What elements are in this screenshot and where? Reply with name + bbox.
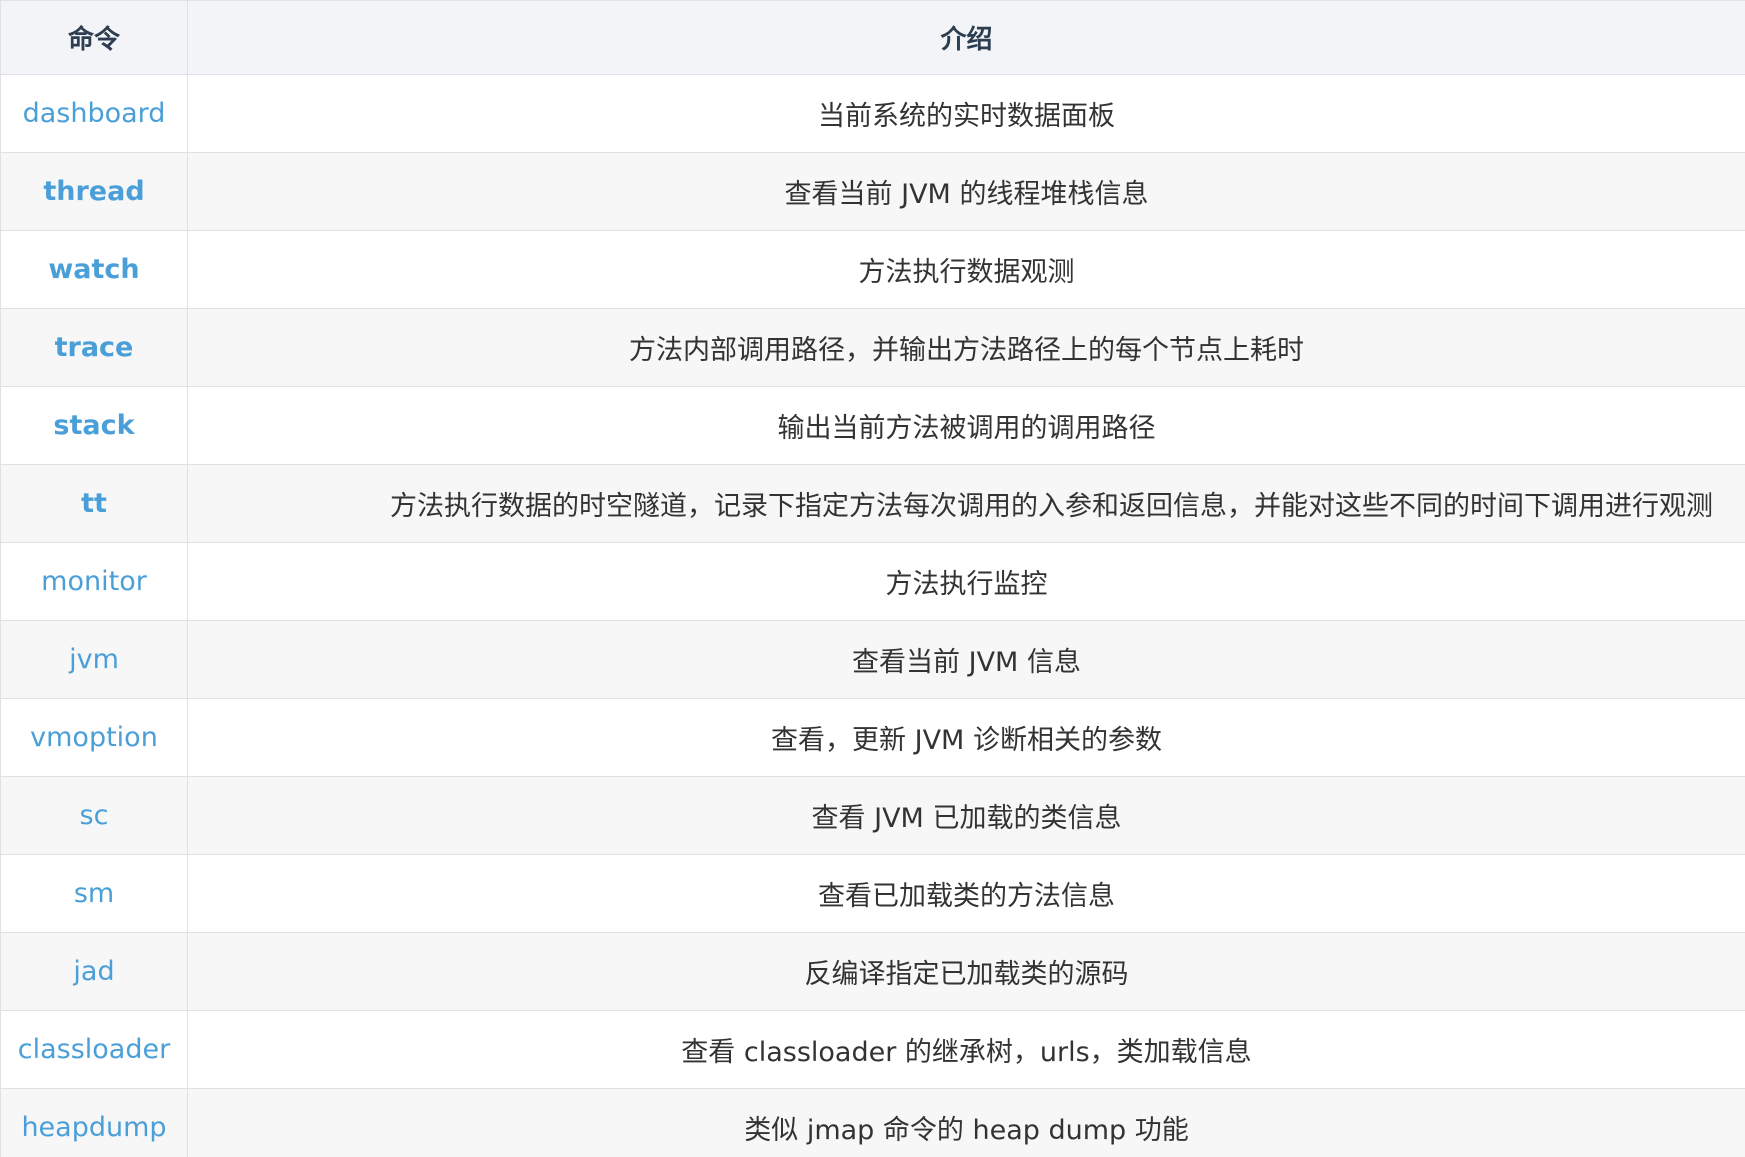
command-link[interactable]: thread <box>43 176 144 207</box>
command-link[interactable]: tt <box>81 488 107 519</box>
table-row: jvm 查看当前 JVM 信息 <box>0 620 1745 699</box>
command-cell: sm <box>0 854 188 933</box>
command-cell: dashboard <box>0 74 188 153</box>
command-link[interactable]: watch <box>48 254 139 285</box>
description-cell: 查看当前 JVM 的线程堆栈信息 <box>187 152 1745 231</box>
command-link[interactable]: sc <box>80 800 109 831</box>
header-intro: 介绍 <box>187 0 1745 75</box>
command-link[interactable]: stack <box>53 410 134 441</box>
table-row: monitor 方法执行监控 <box>0 542 1745 621</box>
table-row: thread 查看当前 JVM 的线程堆栈信息 <box>0 152 1745 231</box>
table-row: dashboard 当前系统的实时数据面板 <box>0 74 1745 153</box>
command-link[interactable]: classloader <box>18 1034 170 1065</box>
description-cell: 查看，更新 JVM 诊断相关的参数 <box>187 698 1745 777</box>
description-cell: 查看已加载类的方法信息 <box>187 854 1745 933</box>
command-link[interactable]: heapdump <box>21 1112 166 1143</box>
description-cell: 查看 classloader 的继承树，urls，类加载信息 <box>187 1010 1745 1089</box>
table-row: heapdump 类似 jmap 命令的 heap dump 功能 <box>0 1088 1745 1157</box>
table-row: trace 方法内部调用路径，并输出方法路径上的每个节点上耗时 <box>0 308 1745 387</box>
header-command: 命令 <box>0 0 188 75</box>
table-row: sm 查看已加载类的方法信息 <box>0 854 1745 933</box>
command-cell: stack <box>0 386 188 465</box>
table-row: sc 查看 JVM 已加载的类信息 <box>0 776 1745 855</box>
command-cell: vmoption <box>0 698 188 777</box>
command-cell: jvm <box>0 620 188 699</box>
command-cell: trace <box>0 308 188 387</box>
table-row: vmoption 查看，更新 JVM 诊断相关的参数 <box>0 698 1745 777</box>
description-cell: 方法内部调用路径，并输出方法路径上的每个节点上耗时 <box>187 308 1745 387</box>
command-link[interactable]: monitor <box>41 566 147 597</box>
description-cell: 查看 JVM 已加载的类信息 <box>187 776 1745 855</box>
command-cell: tt <box>0 464 188 543</box>
command-cell: classloader <box>0 1010 188 1089</box>
command-link[interactable]: sm <box>74 878 114 909</box>
description-cell: 方法执行数据观测 <box>187 230 1745 309</box>
table-header-row: 命令 介绍 <box>0 0 1745 75</box>
description-cell: 类似 jmap 命令的 heap dump 功能 <box>187 1088 1745 1157</box>
commands-table: 命令 介绍 dashboard 当前系统的实时数据面板 thread 查看当前 JVM… <box>0 0 1745 1157</box>
command-cell: heapdump <box>0 1088 188 1157</box>
command-cell: sc <box>0 776 188 855</box>
description-cell: 查看当前 JVM 信息 <box>187 620 1745 699</box>
command-link[interactable]: trace <box>55 332 134 363</box>
command-cell: jad <box>0 932 188 1011</box>
command-link[interactable]: vmoption <box>30 722 158 753</box>
table-row: watch 方法执行数据观测 <box>0 230 1745 309</box>
table-row: stack 输出当前方法被调用的调用路径 <box>0 386 1745 465</box>
command-cell: monitor <box>0 542 188 621</box>
table-row: jad 反编译指定已加载类的源码 <box>0 932 1745 1011</box>
description-cell: 反编译指定已加载类的源码 <box>187 932 1745 1011</box>
command-link[interactable]: jvm <box>69 644 119 675</box>
command-cell: watch <box>0 230 188 309</box>
description-cell: 输出当前方法被调用的调用路径 <box>187 386 1745 465</box>
table-row: classloader 查看 classloader 的继承树，urls，类加载信… <box>0 1010 1745 1089</box>
description-cell: 当前系统的实时数据面板 <box>187 74 1745 153</box>
table-row: tt 方法执行数据的时空隧道，记录下指定方法每次调用的入参和返回信息，并能对这些不… <box>0 464 1745 543</box>
command-link[interactable]: dashboard <box>23 98 166 129</box>
command-cell: thread <box>0 152 188 231</box>
description-cell: 方法执行数据的时空隧道，记录下指定方法每次调用的入参和返回信息，并能对这些不同的… <box>187 464 1745 543</box>
description-cell: 方法执行监控 <box>187 542 1745 621</box>
command-link[interactable]: jad <box>73 956 114 987</box>
